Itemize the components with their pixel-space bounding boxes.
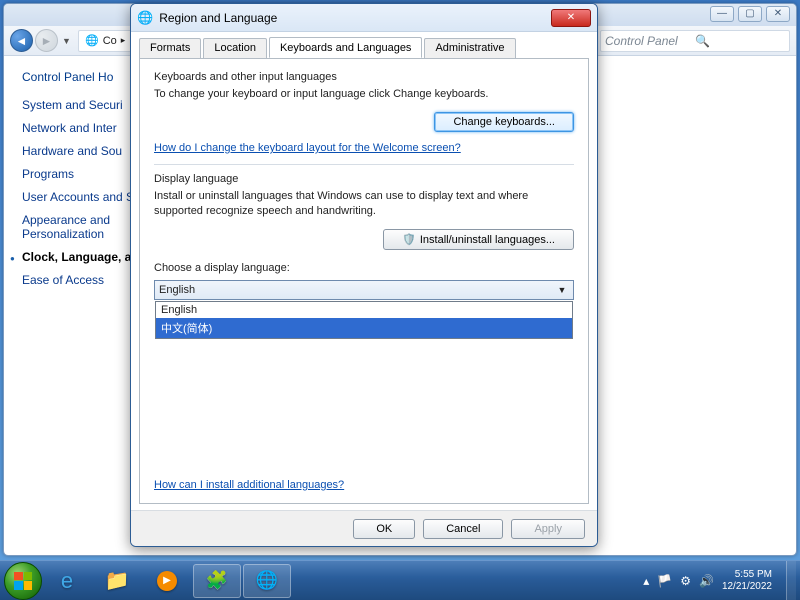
tray-time: 5:55 PM	[722, 569, 772, 581]
dialog-titlebar[interactable]: 🌐 Region and Language ✕	[131, 4, 597, 32]
globe-icon: 🌐	[137, 10, 153, 26]
link-welcome-screen-layout[interactable]: How do I change the keyboard layout for …	[154, 142, 461, 154]
tab-location[interactable]: Location	[203, 38, 267, 59]
tray-network-icon[interactable]: ⚙	[680, 574, 691, 588]
choose-language-label: Choose a display language:	[154, 262, 574, 274]
search-placeholder: Control Panel	[605, 34, 695, 48]
system-tray: ▴ 🏳️ ⚙ 🔊 5:55 PM 12/21/2022	[643, 561, 796, 600]
tab-keyboards-and-languages[interactable]: Keyboards and Languages	[269, 37, 423, 58]
tray-date: 12/21/2022	[722, 581, 772, 593]
taskbar-region-language[interactable]: 🌐	[243, 564, 291, 598]
tab-formats[interactable]: Formats	[139, 38, 201, 59]
search-icon: 🔍	[695, 34, 785, 48]
search-input[interactable]: Control Panel 🔍	[600, 30, 790, 52]
group-desc-keyboards: To change your keyboard or input languag…	[154, 87, 574, 102]
display-language-selected: English	[159, 284, 555, 296]
group-desc-display-language: Install or uninstall languages that Wind…	[154, 189, 574, 219]
group-title-keyboards: Keyboards and other input languages	[154, 71, 574, 83]
tray-volume-icon[interactable]: 🔊	[699, 574, 714, 588]
change-keyboards-button[interactable]: Change keyboards...	[434, 112, 574, 132]
windows-logo-icon	[14, 572, 32, 590]
taskbar-control-panel[interactable]: 🧩	[193, 564, 241, 598]
tray-overflow-icon[interactable]: ▴	[643, 574, 649, 588]
taskbar-file-explorer[interactable]: 📁	[93, 564, 141, 598]
maximize-button[interactable]: ▢	[738, 6, 762, 22]
tray-action-center-icon[interactable]: 🏳️	[657, 574, 672, 588]
nav-forward-button[interactable]: ►	[35, 29, 58, 52]
tab-strip: FormatsLocationKeyboards and LanguagesAd…	[131, 32, 597, 58]
minimize-button[interactable]: —	[710, 6, 734, 22]
dialog-button-row: OK Cancel Apply	[131, 510, 597, 546]
globe-icon: 🌐	[85, 34, 99, 47]
chevron-down-icon: ▼	[555, 285, 569, 295]
breadcrumb[interactable]: 🌐 Co ▸	[78, 30, 132, 52]
ok-button[interactable]: OK	[353, 519, 415, 539]
start-button[interactable]	[4, 562, 42, 600]
taskbar-media-player[interactable]: ▶	[143, 564, 191, 598]
group-title-display-language: Display language	[154, 173, 574, 185]
tray-clock[interactable]: 5:55 PM 12/21/2022	[722, 569, 772, 593]
taskbar-internet-explorer[interactable]: e	[43, 564, 91, 598]
breadcrumb-text: Co	[103, 35, 117, 47]
close-window-button[interactable]: ✕	[766, 6, 790, 22]
apply-button[interactable]: Apply	[511, 519, 585, 539]
region-language-dialog: 🌐 Region and Language ✕ FormatsLocationK…	[130, 3, 598, 547]
dialog-close-button[interactable]: ✕	[551, 9, 591, 27]
tab-panel: Keyboards and other input languages To c…	[139, 58, 589, 504]
link-install-additional-languages[interactable]: How can I install additional languages?	[154, 479, 344, 491]
show-desktop-button[interactable]	[786, 561, 796, 600]
tab-administrative[interactable]: Administrative	[424, 38, 515, 59]
taskbar: e 📁 ▶ 🧩 🌐 ▴ 🏳️ ⚙ 🔊 5:55 PM 12/21/2022	[0, 560, 800, 600]
dropdown-option[interactable]: English	[156, 302, 572, 318]
display-language-select[interactable]: English ▼ English中文(简体)	[154, 280, 574, 300]
display-language-dropdown: English中文(简体)	[155, 301, 573, 339]
dialog-title: Region and Language	[159, 11, 551, 25]
nav-history-dropdown[interactable]: ▼	[62, 36, 74, 46]
cancel-button[interactable]: Cancel	[423, 519, 503, 539]
nav-back-button[interactable]: ◄	[10, 29, 33, 52]
install-languages-button[interactable]: Install/uninstall languages...	[383, 229, 574, 250]
dropdown-option[interactable]: 中文(简体)	[156, 318, 572, 338]
